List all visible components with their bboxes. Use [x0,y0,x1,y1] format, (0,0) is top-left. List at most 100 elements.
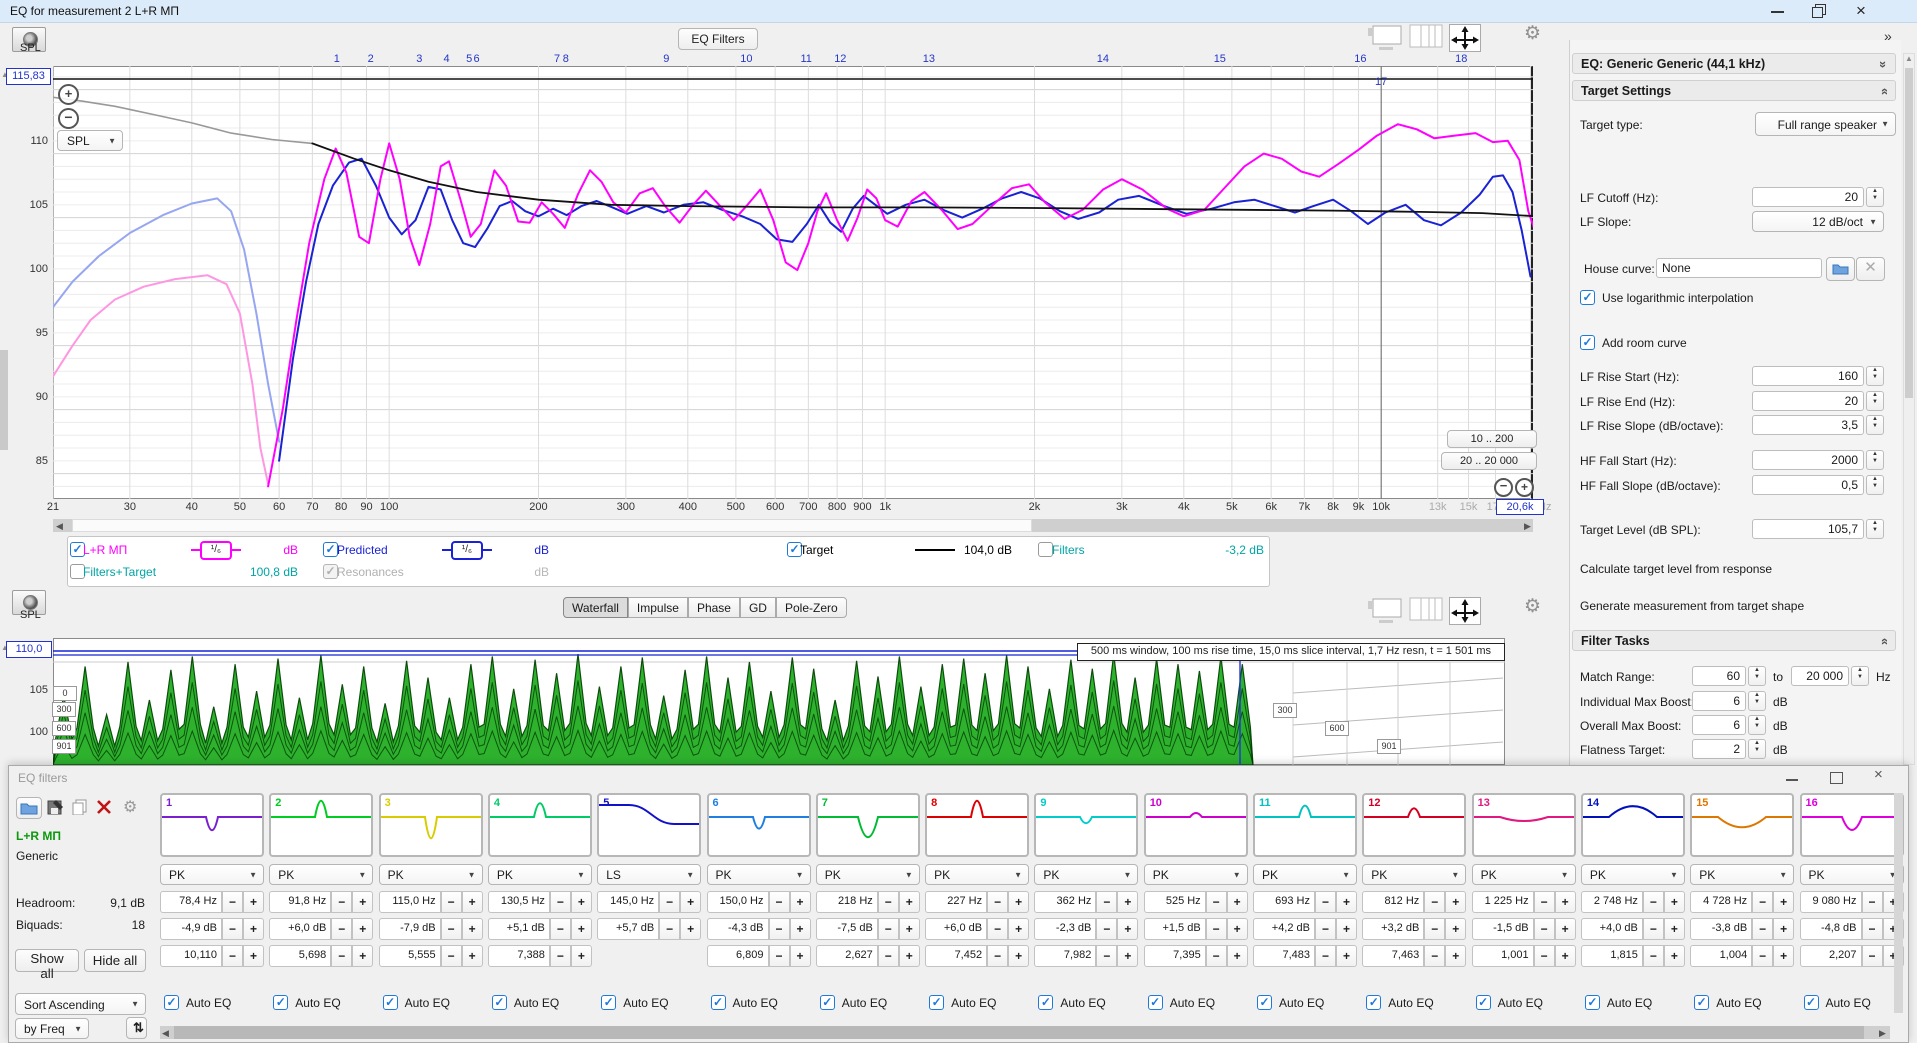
increment-button[interactable]: + [1226,891,1248,913]
add-room-curve-checkbox[interactable]: ✓ [1580,335,1595,350]
zoom-out-x-icon[interactable]: − [1494,478,1513,497]
filter-12-frequency-value[interactable]: 812 Hz [1362,891,1425,913]
filter-8-frequency-value[interactable]: 227 Hz [925,891,988,913]
decrement-button[interactable]: − [222,918,243,940]
filter-6-auto-eq-checkbox[interactable]: ✓ [710,995,726,1010]
decrement-button[interactable]: − [987,918,1009,940]
filter-7-q-value[interactable]: 2,627 [815,945,878,967]
filter-8-thumbnail[interactable]: 8 [925,793,1030,857]
ts-row-spinner[interactable]: ▲ ▼ [1866,366,1884,386]
filter-4-gain-value[interactable]: +5,1 dB [487,918,550,940]
increment-button[interactable]: + [789,918,811,940]
filter-2-gain-value[interactable]: +6,0 dB [269,918,332,940]
restore-button[interactable] [1802,0,1836,22]
decrement-button[interactable]: − [549,918,571,940]
decrement-button[interactable]: − [1752,891,1774,913]
filter-6-frequency-value[interactable]: 150,0 Hz [706,891,769,913]
decrement-button[interactable]: − [1205,945,1227,967]
filter-9-type-select[interactable]: PK ▼ [1034,864,1139,885]
match-range-from-spinner[interactable]: ▲ ▼ [1748,666,1766,686]
filter-6-q-value[interactable]: 6,809 [706,945,769,967]
filter-5-type-select[interactable]: LS ▼ [597,864,702,885]
filter-5-thumbnail[interactable]: 5 [597,793,702,857]
hide-all-button[interactable]: Hide all [84,949,146,972]
tab-gd[interactable]: GD [739,597,776,618]
increment-button[interactable]: + [1117,891,1139,913]
target-level-input[interactable]: 105,7 [1752,519,1864,539]
increment-button[interactable]: + [243,945,264,967]
filter-3-auto-eq-checkbox[interactable]: ✓ [382,995,398,1010]
pane-layout-icon[interactable] [1409,597,1443,621]
decrement-button[interactable]: − [1642,891,1664,913]
generate-measurement-link[interactable]: Generate measurement from target shape [1580,599,1804,613]
decrement-button[interactable]: − [1642,945,1664,967]
apply-sort-button[interactable]: ⇅ [126,1017,147,1039]
filter-14-gain-value[interactable]: +4,0 dB [1580,918,1643,940]
target-level-spinner[interactable]: ▲ ▼ [1866,519,1884,539]
increment-button[interactable]: + [1773,918,1795,940]
filter-16-q-value[interactable]: 2,207 [1799,945,1862,967]
decrement-button[interactable]: − [768,945,790,967]
target-type-select[interactable]: Full range speaker ▼ [1755,112,1896,136]
decrement-button[interactable]: − [1861,918,1883,940]
decrement-button[interactable]: − [1096,891,1118,913]
filter-14-auto-eq-checkbox[interactable]: ✓ [1584,995,1600,1010]
scroll-left-icon[interactable]: ◀ [56,521,63,532]
filter-15-q-value[interactable]: 1,004 [1690,945,1753,967]
filter-1-q-value[interactable]: 10,110 [160,945,222,967]
filter-9-thumbnail[interactable]: 9 [1034,793,1139,857]
filter-8-auto-eq-checkbox[interactable]: ✓ [929,995,945,1010]
decrement-button[interactable]: − [1752,945,1774,967]
match-range-to-input[interactable]: 20 000 [1791,666,1849,686]
close-button[interactable]: × [1844,0,1878,22]
filter-4-q-value[interactable]: 7,388 [487,945,550,967]
decrement-button[interactable]: − [1533,891,1555,913]
decrement-button[interactable]: − [877,891,899,913]
increment-button[interactable]: + [1008,945,1030,967]
thumbnail-view-icon[interactable] [1367,597,1403,623]
filter-14-frequency-value[interactable]: 2 748 Hz [1580,891,1643,913]
filter-10-type-select[interactable]: PK ▼ [1143,864,1248,885]
right-panel-scrollbar[interactable]: ▲ [1903,53,1915,765]
filter-11-frequency-value[interactable]: 693 Hz [1253,891,1315,913]
decrement-button[interactable]: − [549,891,571,913]
range-20-20000-button[interactable]: 20 .. 20 000 [1441,452,1537,470]
copy-filters-icon[interactable] [72,799,88,816]
scrollbar-thumb[interactable] [174,1026,1864,1039]
decrement-button[interactable]: − [1096,945,1118,967]
tab-phase[interactable]: Phase [687,597,740,618]
ft-row-spinner[interactable]: ▲ ▼ [1748,739,1766,759]
filter-10-frequency-value[interactable]: 525 Hz [1143,891,1206,913]
ft-row-spinner[interactable]: ▲ ▼ [1748,691,1766,711]
decrement-button[interactable]: − [222,945,243,967]
graph-settings-gear-icon[interactable]: ⚙ [1524,595,1541,618]
eq-window-minimize-icon[interactable] [1786,779,1798,781]
filter-12-gain-value[interactable]: +3,2 dB [1362,918,1425,940]
filter-5-gain-value[interactable]: +5,7 dB [597,918,660,940]
lf-cutoff-spinner[interactable]: ▲ ▼ [1866,187,1884,207]
zoom-in-y-icon[interactable]: + [58,84,79,105]
target-settings-header[interactable]: Target Settings » [1572,80,1896,101]
scrollbar-thumb[interactable] [1905,68,1913,398]
decrement-button[interactable]: − [1861,891,1883,913]
filter-11-thumbnail[interactable]: 11 [1253,793,1357,857]
increment-button[interactable]: + [352,918,374,940]
increment-button[interactable]: + [898,891,920,913]
increment-button[interactable]: + [1554,945,1576,967]
lf-slope-select[interactable]: 12 dB/oct ▼ [1752,211,1884,232]
filter-4-thumbnail[interactable]: 4 [487,793,592,857]
filter-16-frequency-value[interactable]: 9 080 Hz [1799,891,1862,913]
decrement-button[interactable]: − [877,918,899,940]
decrement-button[interactable]: − [987,891,1009,913]
increment-button[interactable]: + [1445,918,1467,940]
filter-10-auto-eq-checkbox[interactable]: ✓ [1147,995,1163,1010]
calculate-target-level-link[interactable]: Calculate target level from response [1580,562,1772,576]
house-curve-input[interactable]: None [1656,258,1822,278]
sort-by-select[interactable]: by Freq ▼ [15,1018,89,1039]
filter-6-gain-value[interactable]: -4,3 dB [706,918,769,940]
increment-button[interactable]: + [1445,891,1467,913]
zoom-in-x-icon[interactable]: + [1515,478,1534,497]
range-10-200-button[interactable]: 10 .. 200 [1447,430,1537,448]
filter-14-thumbnail[interactable]: 14 [1580,793,1685,857]
filter-3-thumbnail[interactable]: 3 [378,793,483,857]
